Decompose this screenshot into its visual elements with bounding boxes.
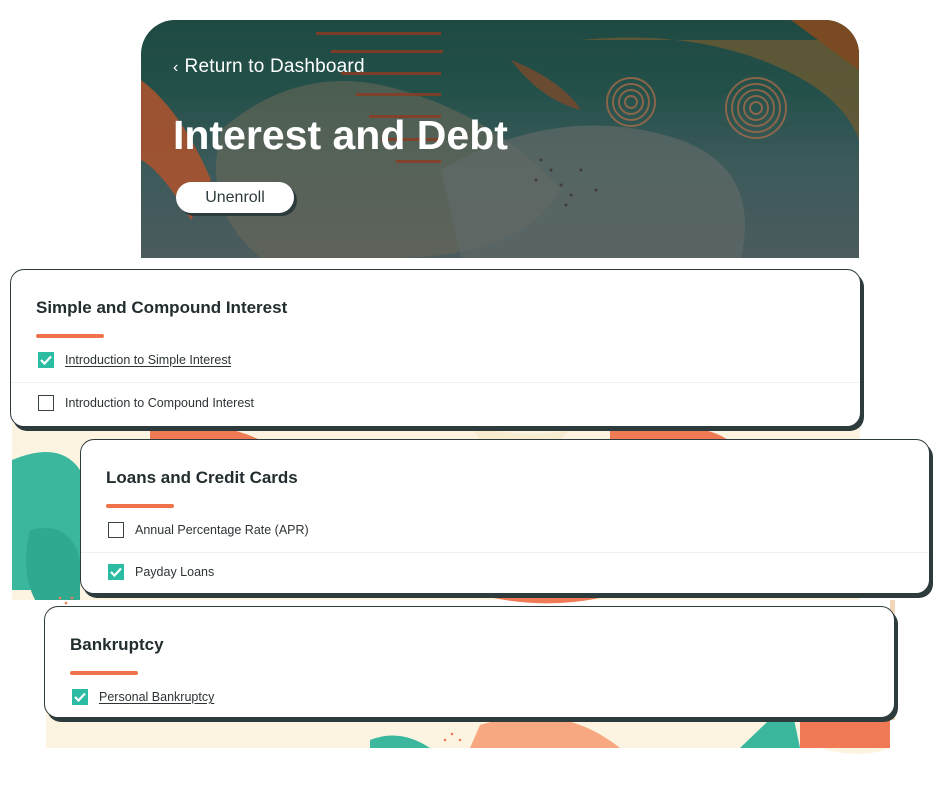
unchecked-checkbox-icon[interactable] — [108, 522, 124, 538]
section-title: Loans and Credit Cards — [106, 468, 298, 487]
section-title-underline — [36, 334, 104, 338]
lesson-label[interactable]: Introduction to Compound Interest — [65, 396, 254, 410]
lesson-row[interactable]: Annual Percentage Rate (APR) — [108, 522, 309, 538]
lesson-label[interactable]: Annual Percentage Rate (APR) — [135, 523, 309, 537]
section-title: Bankruptcy — [70, 635, 164, 654]
course-title: Interest and Debt — [173, 112, 508, 158]
checked-checkbox-icon[interactable] — [108, 564, 124, 580]
section-title-underline — [70, 671, 138, 675]
section-card-bankruptcy: Bankruptcy Personal Bankruptcy — [44, 606, 895, 718]
lesson-link[interactable]: Personal Bankruptcy — [99, 690, 214, 704]
chevron-left-icon: ‹ — [173, 59, 179, 76]
lesson-row[interactable]: Introduction to Compound Interest — [38, 395, 254, 411]
checked-checkbox-icon[interactable] — [72, 689, 88, 705]
divider — [11, 382, 860, 383]
section-card-loans-credit-cards: Loans and Credit Cards Annual Percentage… — [80, 439, 930, 594]
section-card-simple-compound-interest: Simple and Compound Interest Introductio… — [10, 269, 861, 427]
lesson-row[interactable]: Personal Bankruptcy — [72, 689, 214, 705]
checked-checkbox-icon[interactable] — [38, 352, 54, 368]
lesson-link[interactable]: Introduction to Simple Interest — [65, 353, 231, 367]
lesson-row[interactable]: Introduction to Simple Interest — [38, 352, 231, 368]
unchecked-checkbox-icon[interactable] — [38, 395, 54, 411]
divider — [81, 552, 929, 553]
return-to-dashboard-link[interactable]: ‹ Return to Dashboard — [173, 56, 365, 78]
lesson-row[interactable]: Payday Loans — [108, 564, 214, 580]
lesson-label[interactable]: Payday Loans — [135, 565, 214, 579]
section-title: Simple and Compound Interest — [36, 298, 288, 317]
unenroll-button[interactable]: Unenroll — [176, 182, 294, 213]
section-title-underline — [106, 504, 174, 508]
return-to-dashboard-label: Return to Dashboard — [184, 56, 365, 77]
